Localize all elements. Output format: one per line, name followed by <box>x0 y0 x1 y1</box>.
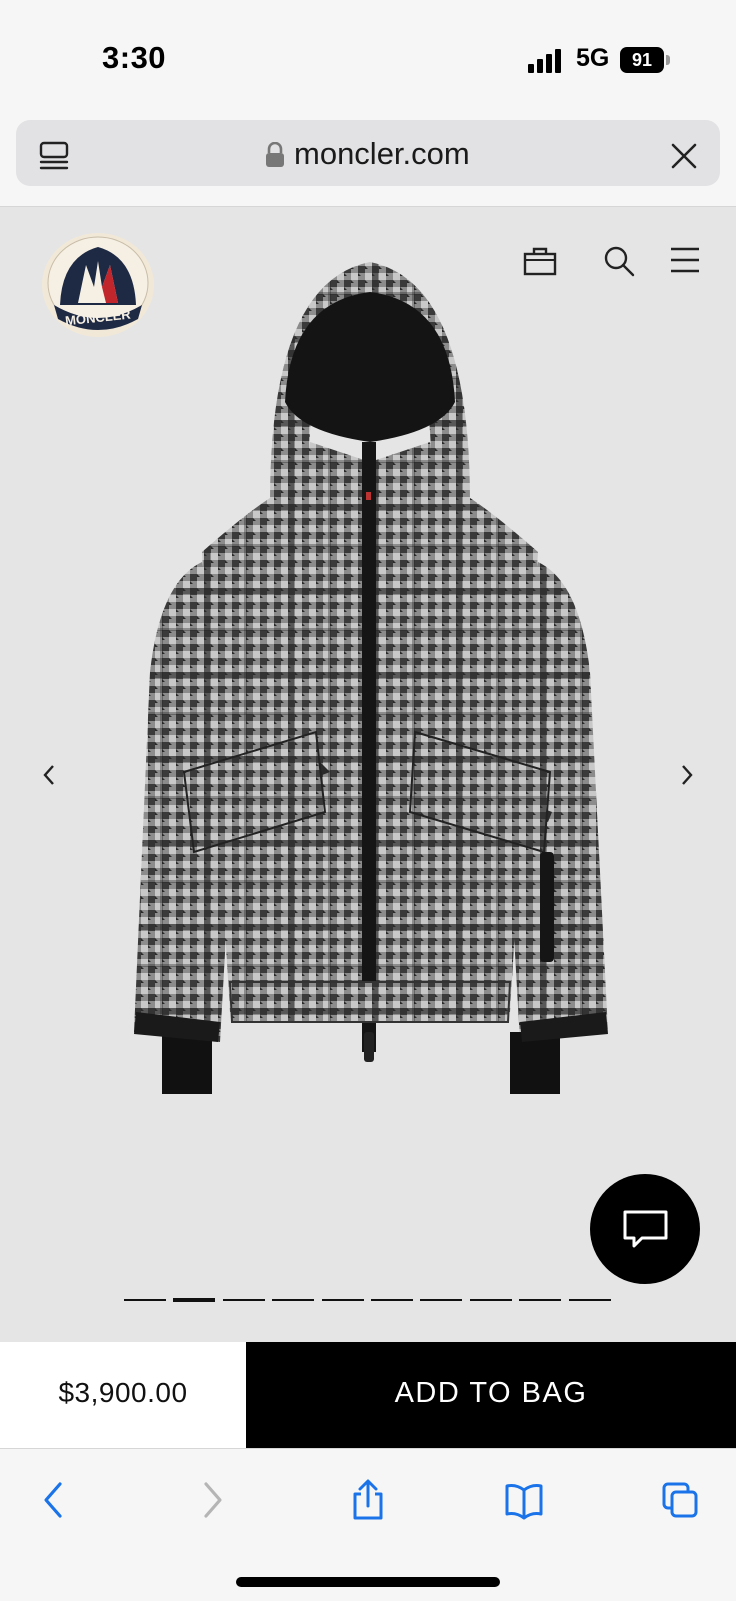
gallery-pagination <box>124 1297 614 1303</box>
tabs-icon[interactable] <box>660 1478 700 1522</box>
home-indicator <box>236 1577 500 1587</box>
forward-icon[interactable] <box>192 1478 232 1522</box>
add-to-bag-label[interactable]: ADD TO BAG <box>246 1377 736 1410</box>
tab-overview-icon[interactable] <box>38 140 70 172</box>
lock-icon <box>266 142 284 167</box>
close-icon[interactable] <box>668 140 700 172</box>
pagination-dash[interactable] <box>568 1299 611 1301</box>
chevron-left-icon[interactable] <box>38 760 60 790</box>
pagination-dash[interactable] <box>519 1299 562 1301</box>
battery-tip <box>666 55 670 65</box>
product-image[interactable] <box>120 252 620 1122</box>
pagination-dash[interactable] <box>420 1299 463 1301</box>
hamburger-menu-icon[interactable] <box>670 246 700 274</box>
chevron-right-icon[interactable] <box>676 760 698 790</box>
back-icon[interactable] <box>34 1478 74 1522</box>
battery-icon: 91 <box>620 47 664 73</box>
signal-strength-icon <box>528 49 564 73</box>
pagination-dash[interactable] <box>173 1298 216 1302</box>
url-text[interactable]: moncler.com <box>294 136 470 172</box>
network-type: 5G <box>576 44 610 72</box>
pagination-dash[interactable] <box>124 1299 166 1301</box>
pagination-dash[interactable] <box>371 1299 413 1301</box>
pagination-dash[interactable] <box>321 1299 364 1301</box>
pagination-dash[interactable] <box>272 1299 315 1301</box>
bookmarks-icon[interactable] <box>504 1478 544 1522</box>
pagination-dash[interactable] <box>222 1299 265 1301</box>
product-price: $3,900.00 <box>58 1377 188 1408</box>
status-time: 3:30 <box>102 40 167 75</box>
pagination-dash[interactable] <box>469 1299 512 1301</box>
chat-button[interactable] <box>590 1174 700 1284</box>
share-icon[interactable] <box>348 1478 388 1522</box>
chat-bubble-icon <box>623 1210 668 1248</box>
